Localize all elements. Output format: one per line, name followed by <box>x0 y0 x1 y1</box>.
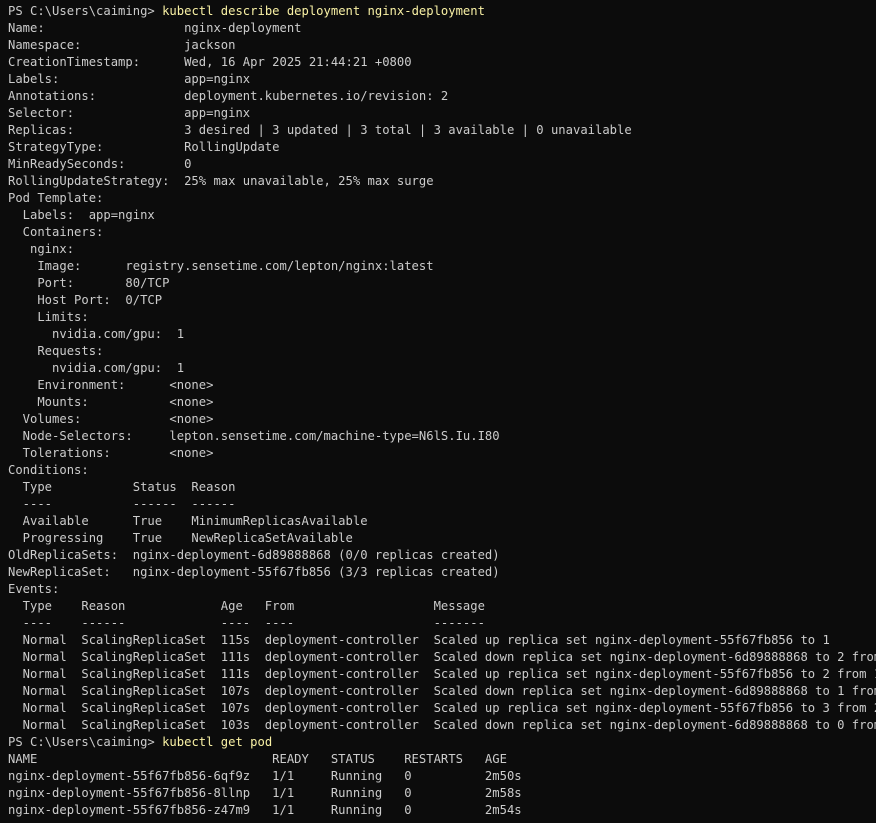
output-line: Available True MinimumReplicasAvailable <box>8 514 368 528</box>
output-line: Namespace: jackson <box>8 38 236 52</box>
pod-table-line: nginx-deployment-55f67fb856-6qf9z 1/1 Ru… <box>8 769 522 783</box>
output-line: Normal ScalingReplicaSet 115s deployment… <box>8 633 830 647</box>
output-line: CreationTimestamp: Wed, 16 Apr 2025 21:4… <box>8 55 412 69</box>
output-line: Containers: <box>8 225 104 239</box>
output-line: Normal ScalingReplicaSet 107s deployment… <box>8 684 876 698</box>
output-line: Normal ScalingReplicaSet 107s deployment… <box>8 701 876 715</box>
output-line: ---- ------ ---- ---- ------- <box>8 616 485 630</box>
terminal-output[interactable]: PS C:\Users\caiming> kubectl describe de… <box>8 3 876 823</box>
output-line: Pod Template: <box>8 191 104 205</box>
output-line: RollingUpdateStrategy: 25% max unavailab… <box>8 174 434 188</box>
output-line: ---- ------ ------ <box>8 497 236 511</box>
output-line: nginx: <box>8 242 75 256</box>
describe-output: Name: nginx-deployment Namespace: jackson… <box>8 20 876 734</box>
output-line: NewReplicaSet: nginx-deployment-55f67fb8… <box>8 565 500 579</box>
pod-table-line: NAME READY STATUS RESTARTS AGE <box>8 752 507 766</box>
command-text: kubectl describe deployment nginx-deploy… <box>162 4 485 18</box>
output-line: Conditions: <box>8 463 89 477</box>
output-line: Events: <box>8 582 60 596</box>
output-line: nvidia.com/gpu: 1 <box>8 361 185 375</box>
output-line: Limits: <box>8 310 89 324</box>
output-line: StrategyType: RollingUpdate <box>8 140 280 154</box>
output-line: Labels: app=nginx <box>8 72 251 86</box>
output-line: Normal ScalingReplicaSet 111s deployment… <box>8 650 876 664</box>
prompt: PS C:\Users\caiming> <box>8 735 163 749</box>
prompt: PS C:\Users\caiming> <box>8 4 163 18</box>
output-line: OldReplicaSets: nginx-deployment-6d89888… <box>8 548 500 562</box>
pod-table-line: nginx-deployment-55f67fb856-8llnp 1/1 Ru… <box>8 786 522 800</box>
output-line: Name: nginx-deployment <box>8 21 302 35</box>
output-line: Replicas: 3 desired | 3 updated | 3 tota… <box>8 123 632 137</box>
output-line: Normal ScalingReplicaSet 111s deployment… <box>8 667 876 681</box>
output-line: Type Reason Age From Message <box>8 599 485 613</box>
output-line: Annotations: deployment.kubernetes.io/re… <box>8 89 449 103</box>
output-line: MinReadySeconds: 0 <box>8 157 192 171</box>
output-line: Environment: <none> <box>8 378 214 392</box>
pod-table-line: nginx-deployment-55f67fb856-z47m9 1/1 Ru… <box>8 803 522 817</box>
get-pod-output: NAME READY STATUS RESTARTS AGE nginx-depl… <box>8 751 876 819</box>
output-line: Type Status Reason <box>8 480 236 494</box>
output-line: Node-Selectors: lepton.sensetime.com/mac… <box>8 429 500 443</box>
output-line: Progressing True NewReplicaSetAvailable <box>8 531 353 545</box>
command-line: PS C:\Users\caiming> kubectl describe de… <box>8 3 876 20</box>
output-line: Host Port: 0/TCP <box>8 293 163 307</box>
output-line: Mounts: <none> <box>8 395 214 409</box>
output-line: nvidia.com/gpu: 1 <box>8 327 185 341</box>
output-line: Normal ScalingReplicaSet 103s deployment… <box>8 718 876 732</box>
command-text: kubectl get pod <box>162 735 273 749</box>
output-line: Image: registry.sensetime.com/lepton/ngi… <box>8 259 434 273</box>
output-line: Tolerations: <none> <box>8 446 214 460</box>
output-line: Requests: <box>8 344 104 358</box>
output-line: Port: 80/TCP <box>8 276 170 290</box>
command-line: PS C:\Users\caiming> kubectl get pod <box>8 734 876 751</box>
output-line: Selector: app=nginx <box>8 106 251 120</box>
output-line: Volumes: <none> <box>8 412 214 426</box>
output-line: Labels: app=nginx <box>8 208 155 222</box>
